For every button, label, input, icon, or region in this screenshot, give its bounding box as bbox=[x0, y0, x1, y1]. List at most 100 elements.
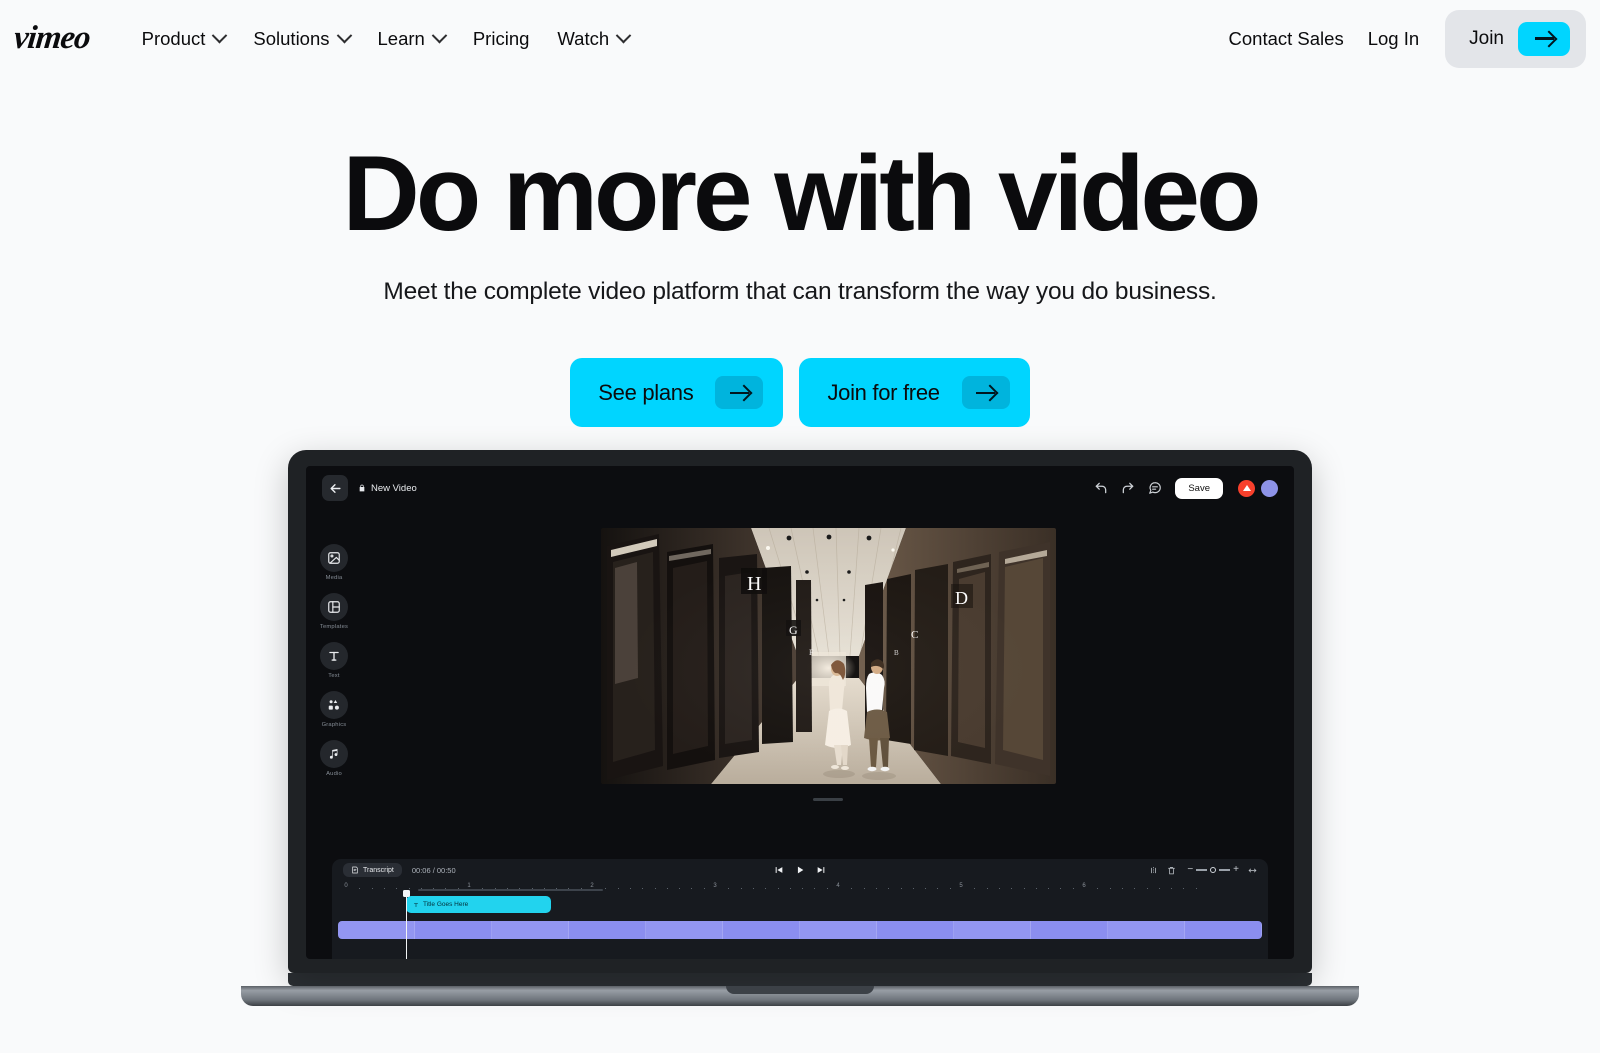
timeline-scrollbar[interactable] bbox=[418, 888, 603, 891]
comment-icon[interactable] bbox=[1148, 481, 1162, 495]
vimeo-logo[interactable]: vimeo bbox=[12, 20, 91, 57]
arrow-right-icon bbox=[1518, 21, 1570, 56]
join-for-free-label: Join for free bbox=[827, 379, 940, 405]
save-button[interactable]: Save bbox=[1175, 477, 1223, 499]
editor-screen: New Video Save Media Templates Text Grap… bbox=[306, 466, 1294, 959]
ruler-tick bbox=[752, 888, 754, 889]
sidebar-item-templates[interactable]: Templates bbox=[320, 593, 348, 630]
ruler-tick bbox=[802, 888, 804, 889]
ruler-tick bbox=[851, 888, 853, 889]
sidebar-item-media[interactable]: Media bbox=[320, 544, 348, 581]
ruler-tick bbox=[1072, 888, 1074, 889]
ruler-tick bbox=[814, 888, 816, 889]
nav-item-watch[interactable]: Watch bbox=[543, 18, 643, 60]
preview-frame: H G F D C B bbox=[600, 528, 1056, 784]
join-for-free-button[interactable]: Join for free bbox=[799, 358, 1030, 428]
zoom-in-button[interactable]: + bbox=[1233, 865, 1239, 875]
ruler-tick bbox=[998, 888, 1000, 889]
nav-item-solutions[interactable]: Solutions bbox=[239, 18, 363, 60]
ruler-tick bbox=[408, 888, 410, 889]
redo-icon[interactable] bbox=[1121, 481, 1135, 495]
zoom-out-button[interactable]: − bbox=[1187, 865, 1193, 875]
sidebar-item-label: Graphics bbox=[321, 722, 347, 728]
hero-cta-row: See plans Join for free bbox=[0, 358, 1600, 428]
ruler-tick bbox=[912, 888, 914, 889]
editor-stage: H G F D C B bbox=[362, 510, 1294, 849]
back-button[interactable] bbox=[322, 475, 348, 501]
nav-item-learn[interactable]: Learn bbox=[364, 18, 459, 60]
ruler-tick bbox=[826, 888, 828, 889]
music-note-icon bbox=[320, 740, 348, 768]
sidebar-item-label: Templates bbox=[319, 624, 349, 630]
ruler-tick bbox=[974, 888, 976, 889]
see-plans-label: See plans bbox=[598, 379, 694, 405]
playback-controls bbox=[774, 865, 826, 875]
lock-icon bbox=[359, 484, 365, 492]
laptop-lid: New Video Save Media Templates Text Grap… bbox=[288, 450, 1312, 973]
play-icon[interactable] bbox=[795, 865, 805, 875]
sidebar-item-audio[interactable]: Audio bbox=[320, 740, 348, 777]
ruler-tick bbox=[863, 888, 865, 889]
main-nav: Product Solutions Learn Pricing Watch bbox=[128, 18, 644, 60]
video-clip[interactable] bbox=[338, 921, 1262, 939]
ruler-tick bbox=[1023, 888, 1025, 889]
ruler-tick bbox=[1048, 888, 1050, 889]
ruler-mark: 0 bbox=[344, 883, 348, 889]
split-icon[interactable] bbox=[1149, 866, 1158, 875]
collaborator-avatars bbox=[1238, 479, 1278, 497]
arrow-right-icon bbox=[715, 376, 764, 410]
document-title: New Video bbox=[358, 483, 417, 494]
ruler-mark: 3 bbox=[713, 883, 717, 889]
avatar[interactable] bbox=[1261, 479, 1278, 497]
sidebar-item-text[interactable]: Text bbox=[320, 642, 348, 679]
trash-icon[interactable] bbox=[1167, 866, 1176, 875]
panel-resize-handle[interactable] bbox=[813, 798, 843, 801]
playhead[interactable] bbox=[401, 890, 412, 959]
ruler-tick bbox=[1097, 888, 1099, 889]
ruler-tick bbox=[654, 888, 656, 889]
nav-item-pricing[interactable]: Pricing bbox=[459, 18, 544, 60]
text-clip[interactable]: Title Goes Here bbox=[406, 896, 551, 913]
transcript-button[interactable]: Transcript bbox=[343, 863, 402, 877]
nav-label: Solutions bbox=[253, 27, 330, 49]
ruler-tick bbox=[1146, 888, 1148, 889]
timeline-ruler[interactable]: 0 1 2 3 4 5 6 bbox=[338, 881, 1262, 894]
sidebar-item-label: Text bbox=[328, 673, 340, 679]
undo-icon[interactable] bbox=[1094, 481, 1108, 495]
chevron-down-icon bbox=[431, 27, 448, 44]
ruler-tick bbox=[691, 888, 693, 889]
log-in-link[interactable]: Log In bbox=[1356, 18, 1431, 60]
timeline-toolbar: Transcript 00:06 / 00:50 − + bbox=[332, 859, 1268, 881]
header-actions: Contact Sales Log In Join bbox=[1217, 9, 1586, 68]
editor-body: Media Templates Text Graphics Audio H G … bbox=[306, 510, 1294, 849]
laptop-mockup: New Video Save Media Templates Text Grap… bbox=[241, 450, 1359, 1006]
timeline-tools: − + bbox=[1149, 865, 1257, 875]
skip-back-icon[interactable] bbox=[774, 865, 784, 875]
chevron-down-icon bbox=[212, 27, 228, 44]
sidebar-item-graphics[interactable]: Graphics bbox=[320, 691, 348, 728]
avatar[interactable] bbox=[1238, 479, 1255, 497]
ruler-mark: 6 bbox=[1082, 883, 1086, 889]
ruler-tick bbox=[371, 888, 373, 889]
zoom-slider-knob[interactable] bbox=[1210, 867, 1217, 873]
editor-sidebar: Media Templates Text Graphics Audio bbox=[306, 510, 362, 849]
ruler-tick bbox=[1035, 888, 1037, 889]
nav-label: Watch bbox=[557, 27, 610, 49]
nav-item-product[interactable]: Product bbox=[128, 18, 240, 60]
sidebar-item-label: Media bbox=[325, 575, 343, 581]
zoom-slider[interactable]: − + bbox=[1187, 865, 1239, 875]
sidebar-item-label: Audio bbox=[326, 771, 342, 777]
see-plans-button[interactable]: See plans bbox=[570, 358, 784, 428]
ruler-tick bbox=[1195, 888, 1197, 889]
fit-width-icon[interactable] bbox=[1248, 866, 1257, 875]
contact-sales-link[interactable]: Contact Sales bbox=[1217, 18, 1356, 60]
ruler-tick bbox=[888, 888, 890, 889]
ruler-mark: 4 bbox=[836, 883, 840, 889]
graphics-icon bbox=[320, 691, 348, 719]
join-button[interactable]: Join bbox=[1445, 9, 1586, 68]
nav-label: Learn bbox=[377, 27, 425, 49]
ruler-tick bbox=[875, 888, 877, 889]
video-preview[interactable]: H G F D C B bbox=[600, 528, 1056, 784]
skip-forward-icon[interactable] bbox=[816, 865, 826, 875]
laptop-notch bbox=[726, 986, 874, 994]
